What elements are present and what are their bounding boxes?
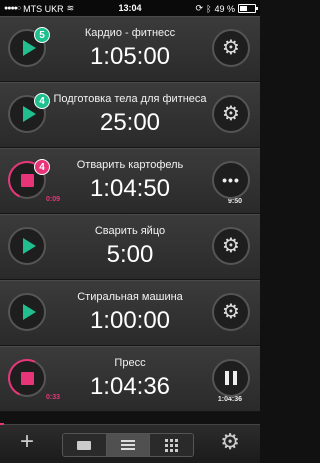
play-button[interactable] xyxy=(8,293,46,331)
timer-row[interactable]: Сварить яйцо 5:00 ⚙ xyxy=(0,214,260,280)
timer-time: 1:05:00 xyxy=(89,43,171,70)
card-view-button[interactable] xyxy=(63,434,107,456)
bottom-toolbar: + ⚙ xyxy=(0,423,260,463)
settings-button[interactable]: ⚙ xyxy=(212,227,250,265)
status-bar: ●●●●○ MTS UKR ≋ 13:04 ⟳ ᛒ 49 % xyxy=(0,0,260,16)
timer-row[interactable]: Стиральная машина 1:00:00 ⚙ xyxy=(0,280,260,346)
view-switcher xyxy=(62,433,194,457)
grid-view-button[interactable] xyxy=(150,434,193,456)
timer-title: Пресс xyxy=(114,357,146,369)
pause-icon xyxy=(225,371,237,385)
timer-row[interactable]: 5 Кардио - фитнесс 1:05:00 ⚙ xyxy=(0,16,260,82)
timer-title: Подготовка тела для фитнеса xyxy=(53,93,207,105)
more-button[interactable]: ••• xyxy=(212,161,250,199)
count-badge: 4 xyxy=(34,159,50,175)
timer-row[interactable]: 4 Подготовка тела для фитнеса 25:00 ⚙ xyxy=(0,82,260,148)
settings-button[interactable]: ⚙ xyxy=(220,431,240,453)
stop-button[interactable]: 4 xyxy=(2,155,52,205)
timer-time: 5:00 xyxy=(106,241,154,268)
battery-icon xyxy=(238,4,258,13)
battery-info: ⟳ ᛒ 49 % xyxy=(195,3,258,14)
add-timer-button[interactable]: + xyxy=(20,430,34,454)
timer-title: Стиральная машина xyxy=(77,291,183,303)
battery-percent: 49 % xyxy=(214,3,235,14)
play-icon xyxy=(22,238,36,254)
list-view-icon xyxy=(121,440,135,450)
timer-title: Отварить картофель xyxy=(76,159,184,171)
card-view-icon xyxy=(77,440,92,450)
play-button[interactable]: 4 xyxy=(8,93,50,133)
gear-icon: ⚙ xyxy=(222,235,240,257)
timer-list: 5 Кардио - фитнесс 1:05:00 ⚙ 4 Подготовк… xyxy=(0,16,260,412)
count-badge: 4 xyxy=(34,93,50,109)
elapsed-time: 0:33 xyxy=(46,394,61,401)
play-button[interactable] xyxy=(8,227,46,265)
timer-row[interactable]: Пресс 1:04:36 0:33 1:04:36 xyxy=(0,346,260,412)
play-icon xyxy=(22,304,36,320)
stop-button[interactable] xyxy=(2,353,52,403)
bluetooth-icon: ᛒ xyxy=(206,3,212,14)
timer-time: 1:00:00 xyxy=(89,307,171,334)
progress-ring xyxy=(2,353,52,403)
grid-view-icon xyxy=(165,438,179,452)
settings-button[interactable]: ⚙ xyxy=(212,293,250,331)
play-button[interactable]: 5 xyxy=(8,27,50,67)
timer-time: 1:04:50 xyxy=(89,175,171,202)
list-view-button[interactable] xyxy=(106,434,151,456)
progress-indicator xyxy=(0,423,4,425)
gear-icon: ⚙ xyxy=(222,37,240,59)
remaining-time: 9:50 xyxy=(227,198,242,205)
timer-time: 1:04:36 xyxy=(89,373,171,400)
timer-title: Кардио - фитнесс xyxy=(84,27,176,39)
timer-row[interactable]: 4 Отварить картофель 1:04:50 0:09 9:50 •… xyxy=(0,148,260,214)
settings-button[interactable]: ⚙ xyxy=(212,95,250,133)
play-icon xyxy=(22,106,36,122)
more-icon: ••• xyxy=(222,172,240,188)
timer-time: 25:00 xyxy=(99,109,161,136)
settings-button[interactable]: ⚙ xyxy=(212,29,250,67)
play-icon xyxy=(22,40,36,56)
gear-icon: ⚙ xyxy=(222,103,240,125)
timer-title: Сварить яйцо xyxy=(94,225,166,237)
remaining-time: 1:04:36 xyxy=(217,396,242,403)
lock-rotation-icon: ⟳ xyxy=(195,3,204,13)
pause-button[interactable] xyxy=(212,359,250,397)
elapsed-time: 0:09 xyxy=(46,196,61,203)
gear-icon: ⚙ xyxy=(222,301,240,323)
count-badge: 5 xyxy=(34,27,50,43)
